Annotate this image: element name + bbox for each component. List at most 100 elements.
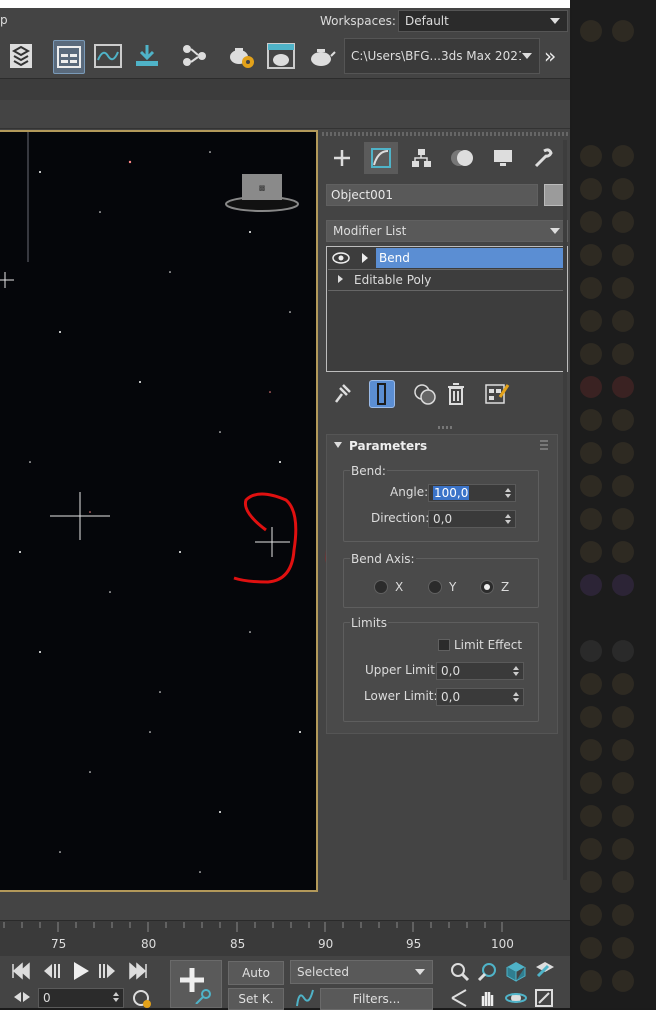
- current-frame-value: 0: [43, 991, 51, 1005]
- rollout-grip[interactable]: [438, 426, 454, 429]
- zoom-all-icon[interactable]: [477, 962, 499, 982]
- stack-item-editable-poly[interactable]: Editable Poly: [328, 269, 566, 290]
- key-mode-icon[interactable]: [12, 990, 32, 1004]
- trash-icon[interactable]: [446, 382, 466, 406]
- show-end-result-button[interactable]: [369, 380, 395, 408]
- axis-y-radio[interactable]: [428, 580, 442, 594]
- set-key-big-button[interactable]: [170, 960, 222, 1008]
- make-unique-icon[interactable]: [412, 382, 438, 406]
- expand-arrow-icon[interactable]: [362, 253, 368, 263]
- stack-item-bend[interactable]: Bend: [328, 248, 566, 269]
- object-name-field[interactable]: Object001: [326, 184, 538, 206]
- emoji-icon: [580, 277, 602, 299]
- scene-explorer-icon: [57, 46, 81, 68]
- workspace-dropdown[interactable]: Default: [398, 10, 568, 32]
- tab-modify[interactable]: [364, 142, 398, 174]
- angle-spinner[interactable]: 100,0: [428, 484, 516, 502]
- previous-frame-icon[interactable]: [40, 962, 62, 980]
- filters-button[interactable]: Filters...: [320, 988, 433, 1010]
- expand-arrow-icon[interactable]: [338, 275, 343, 283]
- scene-explorer-button[interactable]: [53, 40, 85, 74]
- emoji-icon: [612, 871, 634, 893]
- render-teapot-icon: [267, 43, 295, 69]
- emoji-icon: [612, 178, 634, 200]
- curve-editor-button[interactable]: [93, 40, 123, 72]
- modifier-list-dropdown[interactable]: Modifier List: [326, 220, 568, 242]
- tick-label: 100: [491, 937, 514, 951]
- panel-grip[interactable]: [322, 132, 568, 136]
- tab-utilities[interactable]: [526, 142, 560, 174]
- spinner-arrows-icon[interactable]: [512, 664, 520, 678]
- configure-sets-icon[interactable]: [484, 381, 510, 407]
- emoji-icon: [580, 145, 602, 167]
- limit-effect-checkbox[interactable]: [438, 639, 450, 651]
- axis-x-radio[interactable]: [374, 580, 388, 594]
- spinner-arrows-icon[interactable]: [512, 690, 520, 704]
- tab-display[interactable]: [486, 142, 520, 174]
- emoji-icon: [580, 343, 602, 365]
- render-button[interactable]: [306, 40, 336, 72]
- set-key-button[interactable]: Set K.: [228, 988, 284, 1010]
- emoji-icon: [612, 475, 634, 497]
- time-config-icon[interactable]: [132, 988, 152, 1008]
- collapse-arrow-icon[interactable]: [334, 442, 342, 448]
- emoji-icon: [612, 20, 634, 42]
- emoji-icon: [580, 310, 602, 332]
- layers-button[interactable]: [6, 40, 36, 72]
- key-tangent-icon[interactable]: [294, 988, 316, 1008]
- emoji-icon: [580, 706, 602, 728]
- stack-item-label: Editable Poly: [354, 273, 432, 287]
- zoom-icon[interactable]: [450, 962, 470, 982]
- pan-hand-icon[interactable]: [477, 988, 497, 1008]
- tick-label: 80: [141, 937, 157, 951]
- schematic-view-button[interactable]: [180, 40, 210, 72]
- axis-x-label: X: [395, 580, 404, 594]
- emoji-icon: [612, 739, 634, 761]
- tab-create[interactable]: [325, 142, 359, 174]
- panel-scrollbar[interactable]: [563, 140, 567, 880]
- zoom-extents-icon[interactable]: [505, 960, 527, 982]
- material-editor-button[interactable]: [226, 40, 256, 72]
- auto-key-button[interactable]: Auto: [228, 961, 284, 985]
- direction-spinner[interactable]: 0,0: [428, 510, 516, 528]
- download-icon: [136, 45, 158, 66]
- expand-toolbar-button[interactable]: »: [544, 44, 556, 68]
- zoom-extents-all-icon[interactable]: [534, 960, 556, 982]
- project-path-dropdown[interactable]: C:\Users\BFG...3ds Max 2021: [344, 38, 540, 74]
- field-of-view-icon[interactable]: [450, 988, 470, 1008]
- play-icon[interactable]: [70, 960, 92, 982]
- monitor-icon: [494, 150, 512, 166]
- rollout-drag-handle[interactable]: [540, 440, 548, 450]
- emoji-icon: [612, 838, 634, 860]
- spinner-arrows-icon[interactable]: [504, 486, 512, 500]
- emoji-icon: [612, 508, 634, 530]
- end-result-icon: [377, 383, 386, 405]
- axis-y-label: Y: [449, 580, 457, 594]
- upper-limit-spinner[interactable]: 0,0: [436, 662, 524, 680]
- divider: [328, 290, 566, 291]
- spinner-arrows-icon[interactable]: [504, 512, 512, 526]
- chevron-down-icon: [550, 18, 560, 24]
- orbit-icon[interactable]: [505, 988, 527, 1008]
- axis-z-radio[interactable]: [480, 580, 494, 594]
- emoji-icon: [612, 640, 634, 662]
- maximize-viewport-icon[interactable]: [534, 988, 554, 1008]
- next-frame-icon[interactable]: [97, 962, 119, 980]
- emoji-icon: [580, 673, 602, 695]
- rollout-title[interactable]: Parameters: [349, 439, 427, 453]
- key-filter-dropdown[interactable]: Selected: [290, 960, 433, 984]
- emoji-icon: [580, 442, 602, 464]
- timeline-ruler[interactable]: 75 80 85 90 95 100: [0, 920, 570, 956]
- tab-motion[interactable]: [446, 142, 480, 174]
- pin-stack-icon[interactable]: [332, 382, 352, 404]
- render-setup-button[interactable]: [266, 40, 296, 72]
- dope-sheet-button[interactable]: [132, 40, 162, 72]
- go-to-end-icon[interactable]: [127, 962, 149, 980]
- lower-limit-spinner[interactable]: 0,0: [436, 688, 524, 706]
- menu-fragment[interactable]: p: [0, 13, 8, 27]
- spinner-arrows-icon[interactable]: [112, 990, 120, 1004]
- emoji-strip: [572, 0, 656, 1008]
- go-to-start-icon[interactable]: [10, 962, 32, 980]
- current-frame-field[interactable]: 0: [38, 988, 124, 1008]
- tab-hierarchy[interactable]: [404, 142, 438, 174]
